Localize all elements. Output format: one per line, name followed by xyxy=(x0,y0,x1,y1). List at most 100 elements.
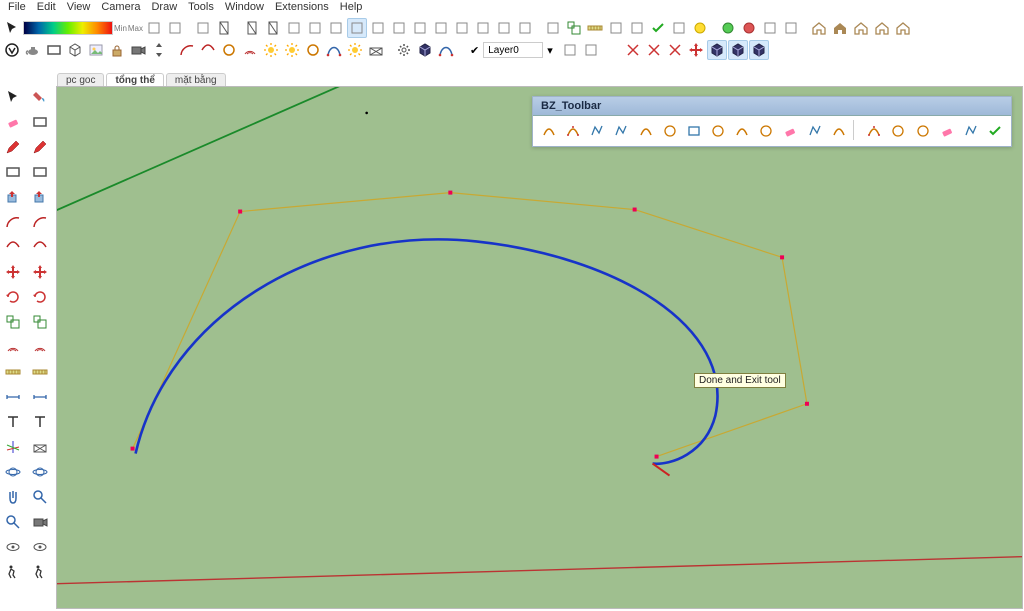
walk-button[interactable] xyxy=(1,560,25,584)
rot2-button[interactable] xyxy=(28,285,52,309)
home-fill-button[interactable] xyxy=(830,18,850,38)
cube-b3-button[interactable] xyxy=(749,40,769,60)
open-poly-button[interactable] xyxy=(193,18,213,38)
eraser-button[interactable] xyxy=(1,110,25,134)
cursor-button[interactable] xyxy=(2,18,22,38)
bezier-button[interactable] xyxy=(436,40,456,60)
home-button[interactable] xyxy=(809,18,829,38)
iso3-button[interactable] xyxy=(452,18,472,38)
mirror-button[interactable] xyxy=(28,310,52,334)
follow-button[interactable] xyxy=(28,185,52,209)
arc1-button[interactable] xyxy=(177,40,197,60)
render2-button[interactable] xyxy=(494,18,514,38)
dim2-button[interactable] xyxy=(28,385,52,409)
sphere-y-button[interactable] xyxy=(690,18,710,38)
shape1-button[interactable] xyxy=(368,18,388,38)
offset-button[interactable] xyxy=(1,335,25,359)
orbit-button[interactable] xyxy=(1,460,25,484)
axes-button[interactable] xyxy=(1,435,25,459)
menu-file[interactable]: File xyxy=(4,1,30,16)
sphere-g-button[interactable] xyxy=(718,18,738,38)
move-axis-button[interactable] xyxy=(686,40,706,60)
gear-button[interactable] xyxy=(394,40,414,60)
wall-sel-button[interactable] xyxy=(347,18,367,38)
wall2-button[interactable] xyxy=(305,18,325,38)
cleanup-button[interactable] xyxy=(780,120,800,142)
degree-button[interactable] xyxy=(864,120,884,142)
move-button[interactable] xyxy=(1,260,25,284)
pie-button[interactable] xyxy=(219,40,239,60)
pos-button[interactable] xyxy=(28,560,52,584)
bulb-button[interactable] xyxy=(345,40,365,60)
pencil-button[interactable] xyxy=(1,135,25,159)
pushpull-button[interactable] xyxy=(1,185,25,209)
photo-button[interactable] xyxy=(86,40,106,60)
bz-toolbar-panel[interactable]: BZ_Toolbar xyxy=(532,96,1012,147)
sphere-r-button[interactable] xyxy=(739,18,759,38)
s-open-button[interactable] xyxy=(888,120,908,142)
dim-button[interactable] xyxy=(1,385,25,409)
menu-camera[interactable]: Camera xyxy=(97,1,144,16)
panel-title[interactable]: BZ_Toolbar xyxy=(533,97,1011,116)
eye2-button[interactable] xyxy=(28,535,52,559)
cam-button[interactable] xyxy=(128,40,148,60)
s-close-button[interactable] xyxy=(912,120,932,142)
zoom-button[interactable] xyxy=(1,510,25,534)
door-button[interactable] xyxy=(214,18,234,38)
arc-b-button[interactable] xyxy=(1,235,25,259)
menu-help[interactable]: Help xyxy=(336,1,367,16)
tape-button[interactable] xyxy=(585,18,605,38)
close-curve-button[interactable] xyxy=(756,120,776,142)
gradient-swatch[interactable] xyxy=(23,21,113,35)
lock-button[interactable] xyxy=(107,40,127,60)
ch-y-button[interactable] xyxy=(644,40,664,60)
scale-button[interactable] xyxy=(564,18,584,38)
section-button[interactable] xyxy=(28,435,52,459)
render1-button[interactable] xyxy=(473,18,493,38)
copy-button[interactable] xyxy=(28,260,52,284)
offset-button[interactable] xyxy=(240,40,260,60)
layer-dropdown-icon[interactable]: ▾ xyxy=(547,44,553,57)
iso1-button[interactable] xyxy=(410,18,430,38)
camera-button[interactable] xyxy=(28,510,52,534)
smooth-button[interactable] xyxy=(829,120,849,142)
erase-button[interactable] xyxy=(937,120,957,142)
pan-button[interactable] xyxy=(1,485,25,509)
menu-edit[interactable]: Edit xyxy=(33,1,60,16)
viewport-3d[interactable] xyxy=(56,86,1023,609)
face-button[interactable] xyxy=(389,18,409,38)
ch-z-button[interactable] xyxy=(665,40,685,60)
arc3-button[interactable] xyxy=(28,210,52,234)
wall1-button[interactable] xyxy=(284,18,304,38)
rect-button[interactable] xyxy=(44,40,64,60)
rect2-button[interactable] xyxy=(28,160,52,184)
anim-button[interactable] xyxy=(708,120,728,142)
courbette-button[interactable] xyxy=(636,120,656,142)
arc-a-button[interactable] xyxy=(1,210,25,234)
layer-name-input[interactable] xyxy=(483,42,543,58)
fx-button[interactable] xyxy=(627,18,647,38)
updown-button[interactable] xyxy=(149,40,169,60)
check-button[interactable] xyxy=(648,18,668,38)
arc4-button[interactable] xyxy=(28,235,52,259)
wall3-button[interactable] xyxy=(326,18,346,38)
cube-button[interactable] xyxy=(65,40,85,60)
menu-draw[interactable]: Draw xyxy=(147,1,181,16)
scene-tab-2[interactable]: mặt bằng xyxy=(166,73,226,87)
home-out-button[interactable] xyxy=(851,18,871,38)
look-button[interactable] xyxy=(1,535,25,559)
select-button[interactable] xyxy=(1,85,25,109)
3dtext-button[interactable] xyxy=(28,410,52,434)
menu-view[interactable]: View xyxy=(63,1,95,16)
cpu-button[interactable] xyxy=(669,18,689,38)
classic-button[interactable] xyxy=(539,120,559,142)
scene-canvas[interactable] xyxy=(57,87,1022,608)
convert-button[interactable] xyxy=(961,120,981,142)
plus-button[interactable] xyxy=(165,18,185,38)
sun-button[interactable] xyxy=(261,40,281,60)
home-x-button[interactable] xyxy=(893,18,913,38)
zext-button[interactable] xyxy=(28,485,52,509)
shape-button[interactable] xyxy=(28,110,52,134)
section2-button[interactable] xyxy=(543,18,563,38)
scene-tab-1[interactable]: tổng thể xyxy=(106,73,163,87)
